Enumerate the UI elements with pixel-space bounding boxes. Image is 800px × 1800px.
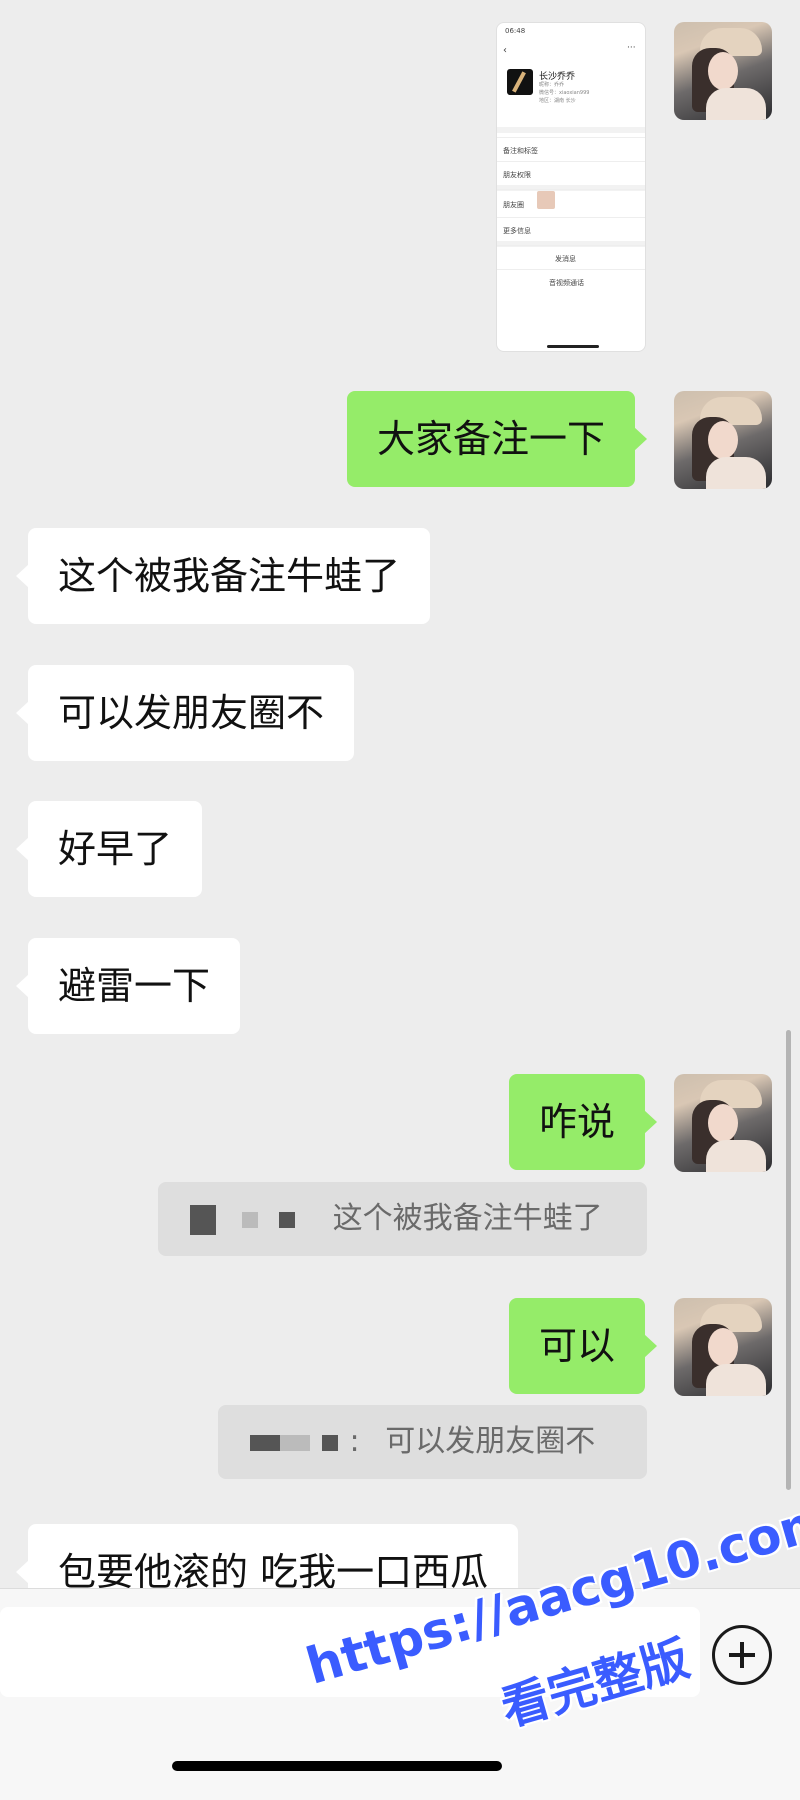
- thumb-btn-message: 发消息: [497, 245, 645, 269]
- my-avatar[interactable]: [674, 1074, 772, 1172]
- thumb-region: 地区：湖南 长沙: [539, 98, 576, 104]
- thumb-row-more: 更多信息: [497, 217, 645, 241]
- quoted-sender-separator: :: [349, 1424, 360, 1459]
- my-avatar[interactable]: [674, 22, 772, 120]
- my-message-bubble[interactable]: 可以: [509, 1298, 658, 1394]
- thumb-home-indicator: [547, 345, 599, 348]
- redacted-name: [241, 1211, 258, 1228]
- redacted-name: [190, 1204, 216, 1235]
- redacted-name: [250, 1434, 280, 1451]
- my-avatar[interactable]: [674, 1298, 772, 1396]
- quoted-message[interactable]: : 可以发朋友圈不: [218, 1405, 647, 1479]
- thumb-row-remark: 备注和标签: [497, 137, 645, 161]
- thumb-row-moments: 朋友圈: [497, 189, 645, 217]
- contact-avatar-thumb: [507, 69, 533, 95]
- their-message-bubble[interactable]: 好早了: [15, 801, 203, 897]
- their-message-bubble[interactable]: 避雷一下: [15, 938, 241, 1034]
- my-message-bubble[interactable]: 大家备注一下: [347, 391, 648, 487]
- screenshot-image-message[interactable]: 06:48 ‹ ··· 长沙乔乔 昵称：乔乔 微信号：xiaoxian999 地…: [496, 22, 646, 352]
- their-message-bubble[interactable]: 可以发朋友圈不: [15, 665, 355, 761]
- scrollbar[interactable]: [786, 1030, 791, 1490]
- quoted-text: 可以发朋友圈不: [385, 1424, 596, 1459]
- quoted-text: 这个被我备注牛蛙了: [332, 1201, 603, 1236]
- my-avatar[interactable]: [674, 391, 772, 489]
- their-message-bubble[interactable]: 这个被我备注牛蛙了: [15, 528, 431, 624]
- thumb-row-permission: 朋友权限: [497, 161, 645, 185]
- thumb-divider: [497, 127, 645, 133]
- quoted-message[interactable]: 这个被我备注牛蛙了: [158, 1182, 647, 1256]
- more-dots-icon: ···: [627, 43, 636, 53]
- thumb-btn-call: 音视频通话: [497, 269, 645, 293]
- my-message-bubble[interactable]: 咋说: [509, 1074, 658, 1170]
- thumb-moments-photo: [537, 191, 555, 209]
- thumb-nickname: 昵称：乔乔: [539, 82, 565, 88]
- thumb-time: 06:48: [505, 27, 526, 35]
- redacted-name: [322, 1434, 338, 1451]
- plus-circle-icon[interactable]: [712, 1625, 772, 1685]
- redacted-name: [280, 1434, 310, 1451]
- thumb-wechat: 微信号：xiaoxian999: [539, 90, 590, 96]
- home-indicator: [172, 1761, 502, 1771]
- back-chevron-icon: ‹: [503, 45, 507, 56]
- redacted-name: [279, 1211, 296, 1228]
